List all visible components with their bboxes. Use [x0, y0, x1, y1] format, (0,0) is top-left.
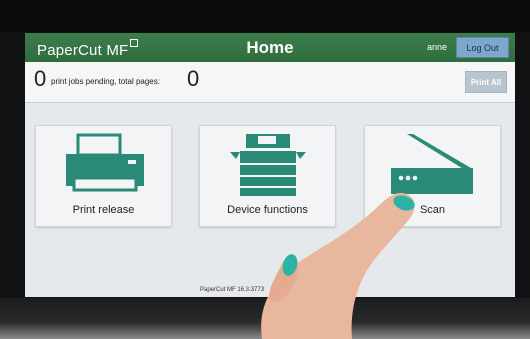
- printer-icon: [66, 133, 144, 192]
- version-footer: PaperCut MF 16.3.3773: [200, 287, 265, 293]
- logout-button[interactable]: Log Out: [456, 37, 509, 58]
- job-status-bar: 0 print jobs pending, total pages: 0 Pri…: [25, 62, 515, 103]
- copier-icon: [230, 134, 306, 196]
- print-release-tile[interactable]: Print release: [35, 125, 172, 227]
- total-pages-count: 0: [187, 66, 200, 91]
- device-bezel: [0, 0, 530, 32]
- device-bezel-bottom: [0, 298, 530, 339]
- touch-screen: PaperCut MF Home anne Log Out 0 print jo…: [25, 33, 515, 297]
- print-release-label: Print release: [72, 204, 135, 216]
- scan-tile[interactable]: Scan: [364, 125, 501, 227]
- username-label: anne: [426, 42, 447, 52]
- print-all-button[interactable]: Print All: [465, 71, 507, 93]
- jobs-pending-count: 0: [34, 66, 47, 91]
- scan-label: Scan: [419, 204, 446, 216]
- device-functions-label: Device functions: [227, 204, 308, 216]
- photo-frame: PaperCut MF Home anne Log Out 0 print jo…: [0, 0, 530, 339]
- jobs-status-text: print jobs pending, total pages:: [51, 77, 160, 86]
- scanner-icon: [391, 134, 473, 194]
- app-header: PaperCut MF Home anne Log Out: [25, 33, 515, 62]
- device-functions-tile[interactable]: Device functions: [199, 125, 336, 227]
